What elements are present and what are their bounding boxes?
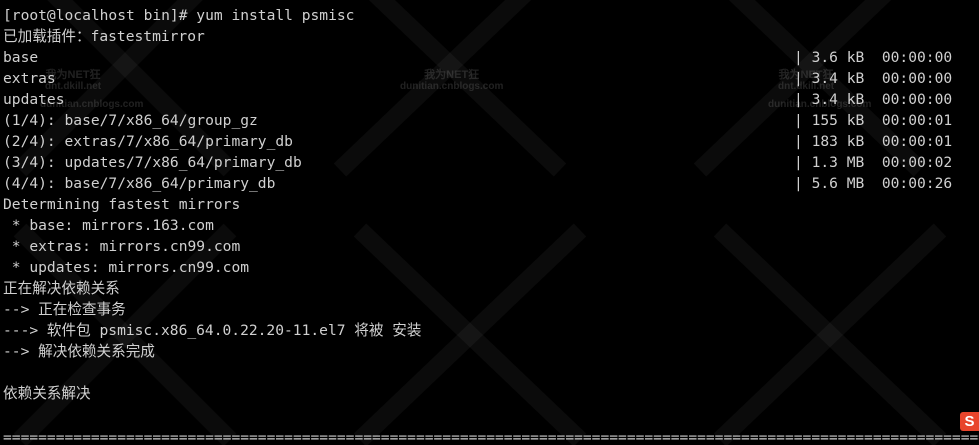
repo-row-name: (2/4): extras/7/x86_64/primary_db	[3, 133, 293, 150]
repo-row-stats: | 5.6 MB 00:00:26	[794, 175, 953, 192]
repo-row-name: (4/4): base/7/x86_64/primary_db	[3, 175, 276, 192]
separator-line: ========================================…	[3, 430, 979, 445]
repo-row-name: base	[3, 49, 39, 66]
resolve-line: --> 正在检查事务	[3, 301, 126, 318]
repo-row-name: (3/4): updates/7/x86_64/primary_db	[3, 154, 302, 171]
plugins-loaded-line: 已加载插件：fastestmirror	[3, 28, 205, 45]
repo-row-name: (1/4): base/7/x86_64/group_gz	[3, 112, 258, 129]
resolve-line: ---> 软件包 psmisc.x86_64.0.22.20-11.el7 将被…	[3, 322, 422, 339]
repo-row-stats: | 183 kB 00:00:01	[794, 133, 953, 150]
sohu-logo-icon: S	[960, 412, 979, 431]
repo-row-stats: | 1.3 MB 00:00:02	[794, 154, 953, 171]
mirror-line: * updates: mirrors.cn99.com	[3, 259, 250, 276]
watermark: 我为NET狂 dunitian.cnblogs.com	[400, 69, 504, 93]
terminal-window[interactable]: 我为NET狂 dnt.dkill.net 我为NET狂 dunitian.cnb…	[0, 0, 979, 445]
repo-row-stats: | 155 kB 00:00:01	[794, 112, 953, 129]
mirror-line: * base: mirrors.163.com	[3, 217, 214, 234]
dependencies-resolved-line: 依赖关系解决	[3, 385, 91, 402]
repo-row-stats: | 3.4 kB 00:00:00	[794, 70, 953, 87]
repo-row-stats: | 3.4 kB 00:00:00	[794, 91, 953, 108]
mirror-line: Determining fastest mirrors	[3, 196, 241, 213]
mirror-line: * extras: mirrors.cn99.com	[3, 238, 241, 255]
repo-row-name: extras	[3, 70, 56, 87]
resolve-line: --> 解决依赖关系完成	[3, 343, 155, 360]
repo-row-name: updates	[3, 91, 65, 108]
resolve-line: 正在解决依赖关系	[3, 280, 120, 297]
watermark-title: 我为NET狂	[424, 69, 480, 81]
repo-row-stats: | 3.6 kB 00:00:00	[794, 49, 953, 66]
command-prompt-line: [root@localhost bin]# yum install psmisc	[3, 7, 355, 24]
watermark-url: dunitian.cnblogs.com	[400, 81, 504, 92]
